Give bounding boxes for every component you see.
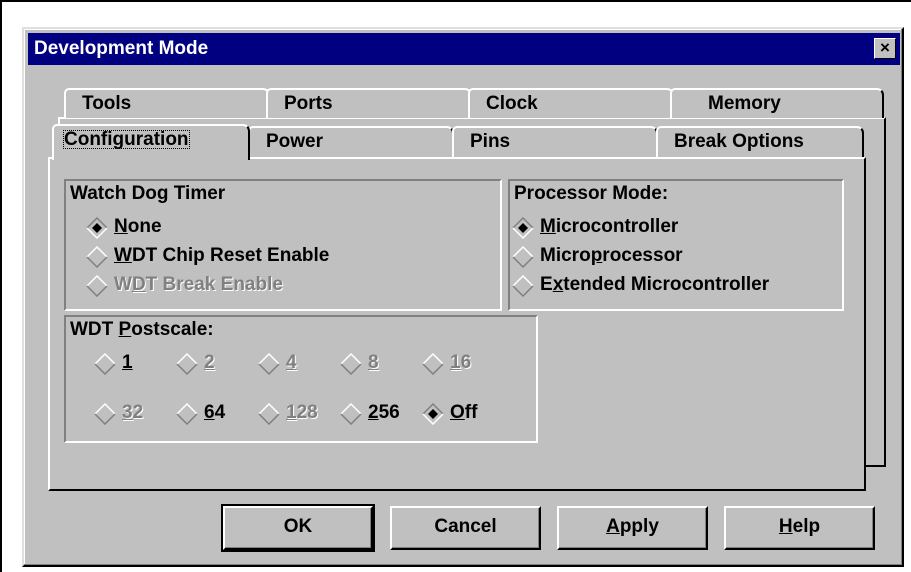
wdt-postscale-title: WDT Postscale: xyxy=(68,319,216,341)
radio-unselected-icon xyxy=(86,273,110,297)
postscale-16-radio: 16 xyxy=(422,351,471,375)
page-border-left xyxy=(0,0,2,572)
radio-unselected-icon xyxy=(176,351,200,375)
wdt-chip-reset-radio[interactable]: WDT Chip Reset Enable xyxy=(86,244,329,268)
configuration-panel: Watch Dog Timer None WDT Chip Reset Enabl… xyxy=(48,157,866,491)
tab-tools[interactable]: Tools xyxy=(64,88,270,118)
radio-unselected-icon xyxy=(94,401,118,425)
tab-pins[interactable]: Pins xyxy=(452,126,658,158)
postscale-1-radio-label: 1 xyxy=(122,352,133,373)
tab-ports-label: Ports xyxy=(284,93,333,114)
postscale-2-radio-label: 2 xyxy=(204,352,215,373)
radio-unselected-icon xyxy=(340,401,364,425)
postscale-4-radio: 4 xyxy=(258,351,297,375)
radio-selected-icon xyxy=(86,215,110,239)
tab-configuration[interactable]: Configuration xyxy=(52,124,250,160)
processor-mode-group: Processor Mode: Microcontroller Microproc… xyxy=(508,179,844,311)
wdt-break-enable-radio-label: WDT Break Enable xyxy=(114,274,283,295)
extended-microcontroller-radio[interactable]: Extended Microcontroller xyxy=(512,273,769,297)
tab-break-options[interactable]: Break Options xyxy=(656,126,864,158)
tab-power[interactable]: Power xyxy=(248,126,454,158)
tab-clock[interactable]: Clock xyxy=(468,88,674,118)
radio-unselected-icon xyxy=(258,401,282,425)
close-icon: × xyxy=(880,38,890,57)
postscale-off-radio-label: Off xyxy=(450,402,478,423)
radio-unselected-icon xyxy=(176,401,200,425)
watchdog-timer-group: Watch Dog Timer None WDT Chip Reset Enabl… xyxy=(64,179,502,311)
apply-button-label: Apply xyxy=(606,516,659,537)
processor-mode-title: Processor Mode: xyxy=(512,183,671,205)
radio-selected-icon xyxy=(422,401,446,425)
postscale-1-radio[interactable]: 1 xyxy=(94,351,133,375)
microprocessor-radio[interactable]: Microprocessor xyxy=(512,244,683,268)
postscale-8-radio: 8 xyxy=(340,351,379,375)
cancel-button-label: Cancel xyxy=(434,516,497,537)
radio-unselected-icon xyxy=(512,273,536,297)
radio-unselected-icon xyxy=(86,244,110,268)
microcontroller-radio-label: Microcontroller xyxy=(540,216,679,237)
postscale-2-radio: 2 xyxy=(176,351,215,375)
postscale-256-radio-label: 256 xyxy=(368,402,400,423)
postscale-128-radio-label: 128 xyxy=(286,402,318,423)
wdt-postscale-group: WDT Postscale: 1 2 4 8 16 32 64 128 256 Off xyxy=(64,315,538,443)
title-bar[interactable]: Development Mode × xyxy=(28,33,900,65)
ok-button[interactable]: OK xyxy=(221,504,375,552)
postscale-64-radio[interactable]: 64 xyxy=(176,401,225,425)
ok-button-label: OK xyxy=(283,516,313,537)
radio-selected-icon xyxy=(512,215,536,239)
cancel-button[interactable]: Cancel xyxy=(390,506,541,550)
microprocessor-radio-label: Microprocessor xyxy=(540,245,683,266)
close-button[interactable]: × xyxy=(874,38,896,59)
page-border-top xyxy=(0,0,911,2)
postscale-8-radio-label: 8 xyxy=(368,352,379,373)
extended-microcontroller-radio-label: Extended Microcontroller xyxy=(540,274,770,295)
help-button[interactable]: Help xyxy=(724,506,875,550)
tab-clock-label: Clock xyxy=(486,93,538,114)
wdt-chip-reset-radio-label: WDT Chip Reset Enable xyxy=(114,245,330,266)
tab-memory-label: Memory xyxy=(708,93,781,114)
tab-memory[interactable]: Memory xyxy=(670,88,884,118)
postscale-4-radio-label: 4 xyxy=(286,352,297,373)
microcontroller-radio[interactable]: Microcontroller xyxy=(512,215,678,239)
tab-tools-label: Tools xyxy=(82,93,132,114)
apply-button[interactable]: Apply xyxy=(557,506,708,550)
wdt-none-radio-label: None xyxy=(114,216,162,237)
radio-unselected-icon xyxy=(340,351,364,375)
wdt-break-enable-radio: WDT Break Enable xyxy=(86,273,283,297)
postscale-256-radio[interactable]: 256 xyxy=(340,401,400,425)
wdt-none-radio[interactable]: None xyxy=(86,215,162,239)
tab-configuration-label: Configuration xyxy=(62,129,190,150)
postscale-128-radio: 128 xyxy=(258,401,318,425)
watchdog-timer-title: Watch Dog Timer xyxy=(68,183,228,205)
postscale-64-radio-label: 64 xyxy=(204,402,226,423)
radio-unselected-icon xyxy=(258,351,282,375)
tab-break-options-label: Break Options xyxy=(674,131,804,152)
radio-unselected-icon xyxy=(94,351,118,375)
window-title: Development Mode xyxy=(34,38,209,59)
radio-unselected-icon xyxy=(512,244,536,268)
postscale-16-radio-label: 16 xyxy=(450,352,472,373)
tab-pins-label: Pins xyxy=(470,131,511,152)
postscale-32-radio-label: 32 xyxy=(122,402,144,423)
postscale-off-radio[interactable]: Off xyxy=(422,401,477,425)
postscale-32-radio: 32 xyxy=(94,401,143,425)
tab-ports[interactable]: Ports xyxy=(266,88,472,118)
radio-unselected-icon xyxy=(422,351,446,375)
tab-power-label: Power xyxy=(266,131,324,152)
help-button-label: Help xyxy=(778,516,821,537)
